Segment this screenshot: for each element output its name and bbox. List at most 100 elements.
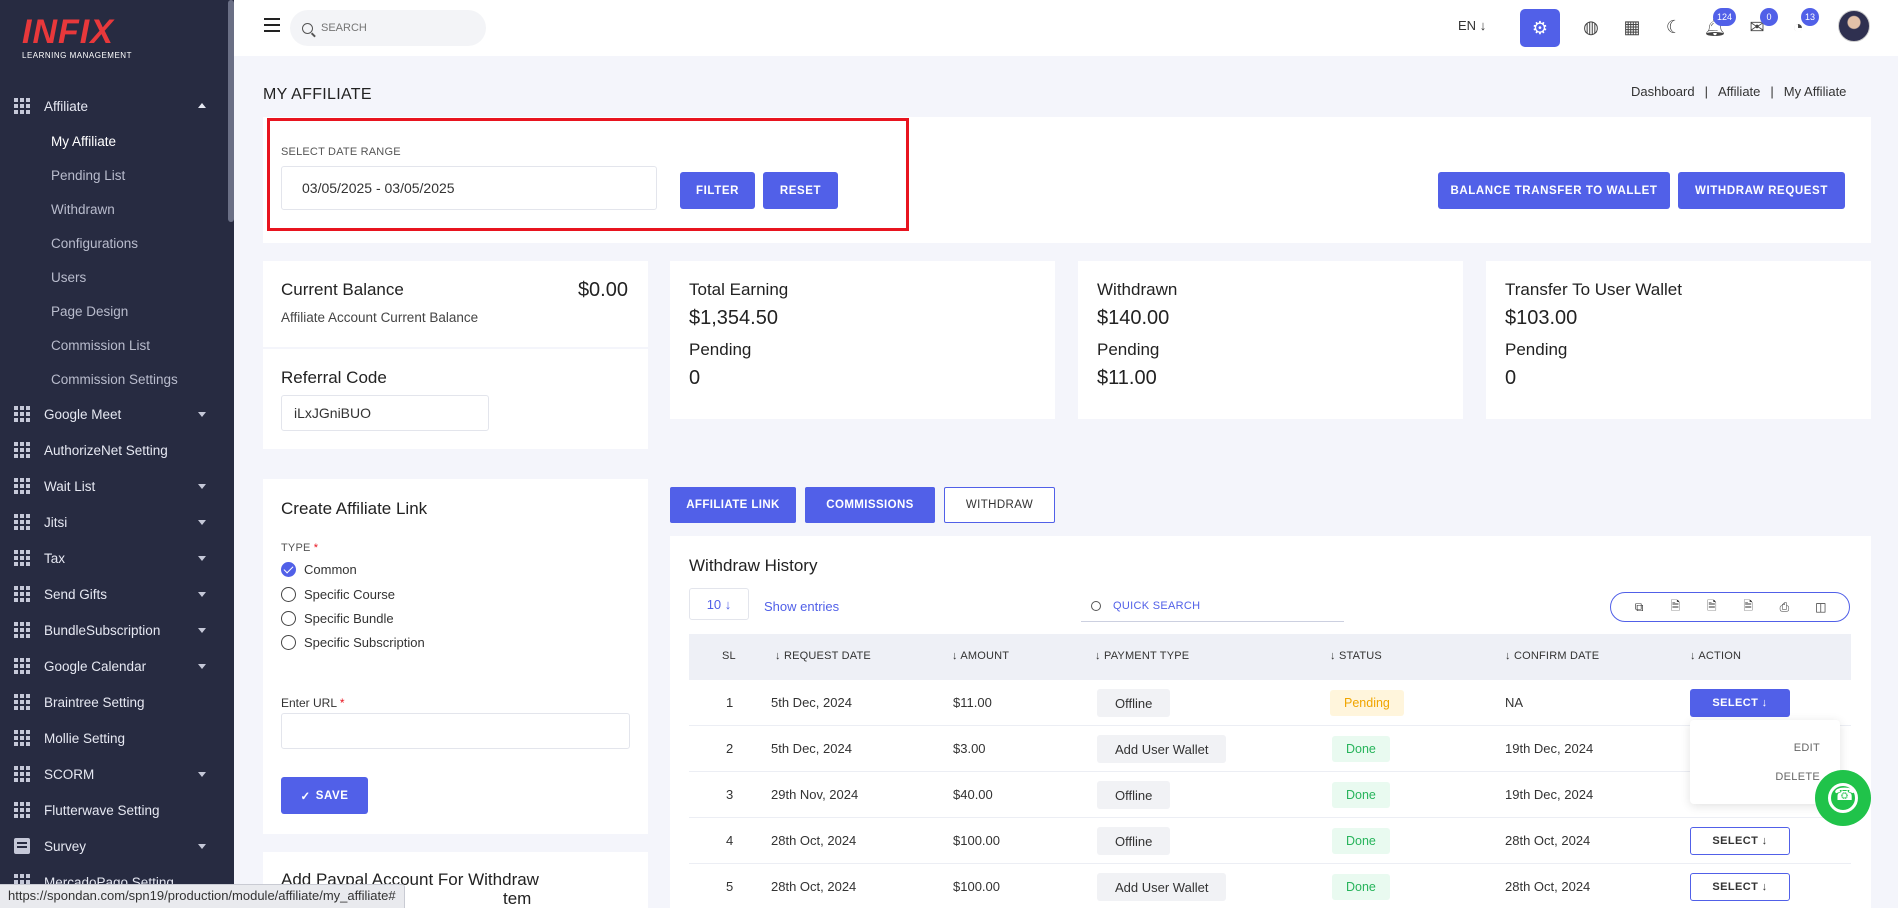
sidebar-item-braintree-setting[interactable]: Braintree Setting	[0, 684, 228, 720]
sidebar-item-google-meet[interactable]: Google Meet	[0, 396, 228, 432]
row-action-select-button[interactable]: SELECT ↓	[1690, 827, 1790, 855]
column-header-request-date[interactable]: ↓ REQUEST DATE	[775, 650, 871, 662]
row-action-select-button[interactable]: SELECT ↓	[1690, 689, 1790, 717]
withdrawn-title: Withdrawn	[1097, 280, 1178, 299]
sidebar-item-label: Mollie Setting	[44, 730, 126, 746]
sidebar-subitem-withdrawn[interactable]: Withdrawn	[0, 192, 228, 226]
column-header-confirm-date[interactable]: ↓ CONFIRM DATE	[1505, 650, 1599, 662]
breadcrumb-affiliate[interactable]: Affiliate	[1718, 84, 1760, 99]
grid-icon	[14, 478, 30, 494]
sidebar-item-mollie-setting[interactable]: Mollie Setting	[0, 720, 228, 756]
user-avatar[interactable]	[1838, 10, 1870, 42]
reset-button[interactable]: RESET	[763, 172, 838, 209]
sidebar-subitem-configurations[interactable]: Configurations	[0, 226, 228, 260]
type-option-specific-subscription[interactable]: Specific Subscription	[281, 635, 425, 650]
dark-mode-moon-icon[interactable]: ☾	[1663, 16, 1685, 38]
row-request-date: 5th Dec, 2024	[771, 741, 852, 756]
row-request-date: 28th Oct, 2024	[771, 833, 857, 848]
sidebar-item-wait-list[interactable]: Wait List	[0, 468, 228, 504]
notification-bell-icon[interactable]: 🔔︎ 124	[1704, 8, 1736, 38]
radio-button[interactable]	[281, 611, 296, 626]
grid-icon	[14, 766, 30, 782]
sidebar-item-scorm[interactable]: SCORM	[0, 756, 228, 792]
sidebar-item-survey[interactable]: Survey	[0, 828, 228, 864]
dropdown-edit[interactable]: EDIT	[1794, 742, 1820, 754]
sidebar-item-google-calendar[interactable]: Google Calendar	[0, 648, 228, 684]
whatsapp-chat-button[interactable]	[1815, 770, 1871, 826]
save-button[interactable]: ✓ SAVE	[281, 777, 368, 814]
arrow-down-icon: ↓	[724, 596, 732, 612]
filter-button[interactable]: FILTER	[680, 172, 755, 209]
sidebar-item-flutterwave-setting[interactable]: Flutterwave Setting	[0, 792, 228, 828]
sidebar-subitem-users[interactable]: Users	[0, 260, 228, 294]
radio-label: Specific Course	[304, 587, 396, 602]
type-option-specific-bundle[interactable]: Specific Bundle	[281, 611, 394, 626]
sidebar-subitem-my-affiliate[interactable]: My Affiliate	[0, 124, 228, 158]
chat-icon[interactable]: ◔ 13	[1787, 8, 1819, 38]
row-sl: 4	[726, 833, 734, 848]
print-icon[interactable]: ⎙	[1774, 597, 1794, 617]
radio-label: Common	[304, 562, 357, 577]
column-header-status[interactable]: ↓ STATUS	[1330, 650, 1382, 662]
excel-file-icon[interactable]: 🗎︎	[1665, 597, 1685, 617]
breadcrumb-dashboard[interactable]: Dashboard	[1631, 84, 1695, 99]
language-selector[interactable]: EN ↓	[1458, 18, 1486, 33]
date-range-input[interactable]: 03/05/2025 - 03/05/2025	[281, 166, 657, 210]
column-header-payment-type[interactable]: ↓ PAYMENT TYPE	[1095, 650, 1189, 662]
tab-affiliate-link[interactable]: AFFILIATE LINK	[670, 487, 796, 523]
referral-code-field[interactable]: iLxJGniBUO	[281, 395, 489, 431]
hamburger-menu-icon[interactable]	[264, 18, 280, 32]
row-payment-type: Offline	[1097, 781, 1171, 809]
url-input[interactable]	[281, 713, 630, 749]
csv-file-icon[interactable]: 🗎︎	[1702, 597, 1722, 617]
type-option-common[interactable]: Common	[281, 562, 357, 577]
page-size-value: 10	[706, 596, 722, 612]
globe-icon[interactable]: ◍	[1580, 16, 1602, 38]
balance-transfer-button[interactable]: BALANCE TRANSFER TO WALLET	[1438, 172, 1670, 209]
save-label: SAVE	[315, 789, 349, 802]
row-sl: 2	[726, 741, 734, 756]
sidebar-subitem-pending-list[interactable]: Pending List	[0, 158, 228, 192]
radio-button[interactable]	[281, 587, 296, 602]
sidebar-item-jitsi[interactable]: Jitsi	[0, 504, 228, 540]
column-header-label: CONFIRM DATE	[1513, 650, 1600, 662]
type-option-specific-course[interactable]: Specific Course	[281, 587, 395, 602]
settings-gear-icon[interactable]: ⚙	[1520, 9, 1560, 47]
sidebar-subitem-page-design[interactable]: Page Design	[0, 294, 228, 328]
sidebar-item-label: Survey	[44, 838, 87, 854]
sidebar-item-bundlesubscription[interactable]: BundleSubscription	[0, 612, 228, 648]
page-size-select[interactable]: 10 ↓	[689, 588, 749, 620]
sidebar-item-send-gifts[interactable]: Send Gifts	[0, 576, 228, 612]
sidebar-subitem-commission-settings[interactable]: Commission Settings	[0, 362, 228, 396]
radio-button[interactable]	[281, 562, 296, 577]
row-request-date: 28th Oct, 2024	[771, 879, 857, 894]
sidebar-item-authorizenet-setting[interactable]: AuthorizeNet Setting	[0, 432, 228, 468]
quick-search-box[interactable]: QUICK SEARCH	[1081, 590, 1344, 622]
sidebar-item-label: SCORM	[44, 766, 95, 782]
withdrawn-pending-label: Pending	[1097, 340, 1160, 359]
logo[interactable]: INFIX LEARNING MANAGEMENT	[22, 14, 142, 66]
radio-button[interactable]	[281, 635, 296, 650]
search-input[interactable]	[321, 22, 471, 34]
column-header-amount[interactable]: ↓ AMOUNT	[952, 650, 1009, 662]
pdf-file-icon[interactable]: 🗎︎	[1738, 597, 1758, 617]
logo-word: INFIX	[22, 13, 114, 51]
breadcrumb: Dashboard | Affiliate | My Affiliate	[1631, 84, 1847, 99]
search-bar[interactable]	[290, 10, 486, 46]
withdraw-request-button[interactable]: WITHDRAW REQUEST	[1678, 172, 1845, 209]
column-header-action[interactable]: ↓ ACTION	[1690, 650, 1741, 662]
message-icon[interactable]: ✉ 0	[1746, 8, 1778, 38]
sidebar-item-tax[interactable]: Tax	[0, 540, 228, 576]
column-header-sl[interactable]: SL	[722, 650, 736, 662]
sidebar-subitem-commission-list[interactable]: Commission List	[0, 328, 228, 362]
columns-icon[interactable]: ◫	[1811, 597, 1831, 617]
caret-down-icon	[198, 628, 206, 633]
row-sl: 1	[726, 695, 734, 710]
row-action-select-button[interactable]: SELECT ↓	[1690, 873, 1790, 901]
tab-commissions[interactable]: COMMISSIONS	[805, 487, 935, 523]
tab-withdraw[interactable]: WITHDRAW	[944, 487, 1055, 523]
copy-icon[interactable]: ⧉	[1629, 597, 1649, 617]
sidebar-item-affiliate[interactable]: Affiliate	[0, 88, 228, 124]
dropdown-delete[interactable]: DELETE	[1775, 771, 1820, 783]
layout-icon[interactable]: ▦	[1621, 16, 1643, 38]
